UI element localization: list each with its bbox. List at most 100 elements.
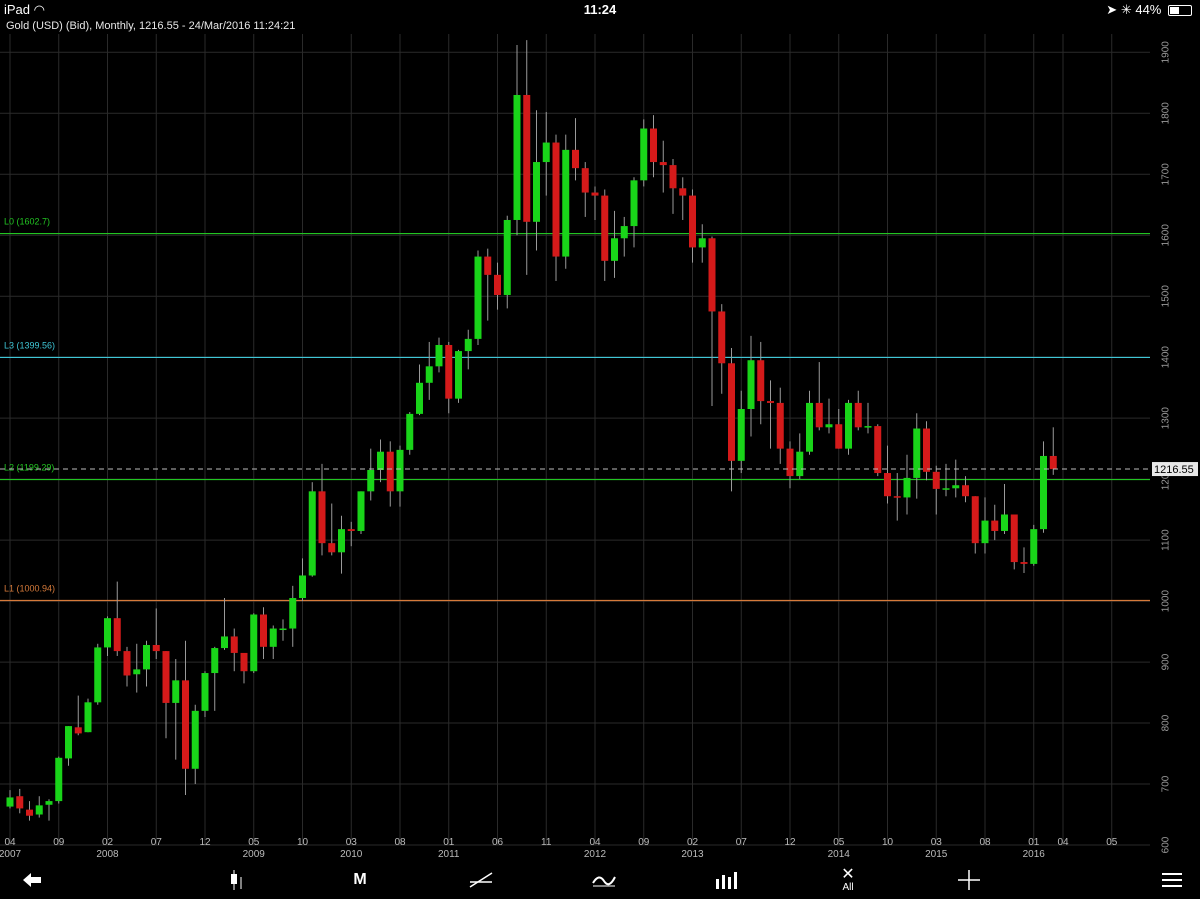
candle-body xyxy=(854,402,862,428)
candle-body xyxy=(464,338,472,352)
trendline-icon[interactable] xyxy=(459,863,503,897)
crosshair-icon[interactable] xyxy=(947,863,991,897)
status-right: ➤ ✳ 44% xyxy=(1106,2,1192,18)
x-tick-month: 09 xyxy=(638,837,650,848)
x-tick-month: 07 xyxy=(151,837,163,848)
y-tick-label: 900 xyxy=(1161,653,1172,670)
candle-body xyxy=(737,409,745,461)
candle-body xyxy=(981,520,989,544)
candle-body xyxy=(640,128,648,181)
candle-body xyxy=(1010,514,1018,563)
candle-body xyxy=(26,809,33,816)
y-tick-label: 700 xyxy=(1161,775,1172,792)
candle-body xyxy=(279,628,287,631)
y-tick-label: 1800 xyxy=(1161,102,1172,125)
y-tick-label: 1600 xyxy=(1161,224,1172,247)
y-tick-label: 1700 xyxy=(1161,163,1172,186)
candle-body xyxy=(377,451,384,470)
x-tick-year: 2012 xyxy=(584,849,607,860)
candle-body xyxy=(425,366,433,383)
candle-body xyxy=(152,644,160,652)
candle-body xyxy=(1030,529,1038,564)
candle-body xyxy=(269,628,277,647)
candle-body xyxy=(201,673,209,711)
candle-body xyxy=(367,469,375,492)
y-tick-label: 1900 xyxy=(1161,41,1172,64)
x-tick-month: 05 xyxy=(833,837,845,848)
level-label: L0 (1602.7) xyxy=(4,217,50,227)
y-tick-label: 1300 xyxy=(1161,407,1172,430)
x-tick-month: 04 xyxy=(1057,837,1069,848)
candle-body xyxy=(815,402,823,428)
candle-body xyxy=(903,477,911,498)
candle-body xyxy=(308,491,316,576)
candle-body xyxy=(494,274,501,295)
candle-body xyxy=(328,543,336,553)
candle-body xyxy=(806,402,813,452)
candle-body xyxy=(191,710,199,769)
candle-body xyxy=(601,195,609,261)
x-tick-month: 08 xyxy=(979,837,991,848)
candle-body xyxy=(289,598,297,629)
x-tick-month: 02 xyxy=(102,837,114,848)
candle-body xyxy=(962,485,969,497)
x-tick-year: 2008 xyxy=(96,849,119,860)
candle-body xyxy=(747,360,755,410)
level-label: L2 (1199.29) xyxy=(4,463,54,473)
location-icon: ➤ xyxy=(1106,2,1118,17)
candle-body xyxy=(718,311,726,364)
current-price-label: 1216.55 xyxy=(1154,464,1194,476)
candle-body xyxy=(484,256,492,275)
menu-icon[interactable] xyxy=(1150,863,1194,897)
candle-body xyxy=(698,238,706,248)
candle-body xyxy=(299,575,306,599)
back-arrow-icon[interactable] xyxy=(10,863,54,897)
candle-body xyxy=(845,402,852,449)
candle-body xyxy=(767,401,774,403)
chart-title: Gold (USD) (Bid), Monthly, 1216.55 - 24/… xyxy=(6,20,295,32)
candle-body xyxy=(786,448,794,477)
candle-body xyxy=(74,727,82,734)
candle-body xyxy=(318,491,326,544)
candle-body xyxy=(513,94,521,220)
candle-body xyxy=(445,344,453,399)
candle-body xyxy=(240,652,248,672)
candlestick-chart[interactable]: L0 (1602.7) L3 (1399.56) L2 (1199.29) L1 (1… xyxy=(0,0,1200,861)
candle-body xyxy=(835,424,843,449)
candle-body xyxy=(416,382,423,414)
indicator-icon[interactable] xyxy=(582,863,626,897)
x-tick-year: 2013 xyxy=(681,849,704,860)
y-tick-label: 1100 xyxy=(1161,529,1172,551)
candle-body xyxy=(581,168,589,193)
x-tick-month: 12 xyxy=(784,837,796,848)
candle-body xyxy=(991,520,999,531)
candle-body xyxy=(923,428,930,472)
candle-body xyxy=(35,805,43,815)
candle-body xyxy=(630,180,638,227)
delete-all-button[interactable]: ✕ All xyxy=(826,863,870,897)
candle-body xyxy=(728,363,735,461)
candle-body xyxy=(572,149,579,169)
y-tick-label: 800 xyxy=(1161,714,1172,731)
x-tick-month: 04 xyxy=(4,837,16,848)
y-tick-label: 1400 xyxy=(1161,346,1172,369)
x-tick-month: 05 xyxy=(1106,837,1118,848)
y-tick-label: 1500 xyxy=(1161,285,1172,308)
candle-body xyxy=(84,702,92,733)
x-tick-month: 01 xyxy=(1028,837,1040,848)
y-tick-label: 1000 xyxy=(1161,590,1172,613)
candle-body xyxy=(133,669,141,675)
x-tick-year: 2016 xyxy=(1023,849,1046,860)
candle-body xyxy=(16,796,24,809)
candle-body xyxy=(104,618,111,648)
bar-chart-icon[interactable] xyxy=(704,863,748,897)
period-button[interactable]: M xyxy=(338,863,382,897)
candles xyxy=(6,40,1057,821)
x-tick-month: 02 xyxy=(687,837,699,848)
x-tick-month: 06 xyxy=(492,837,504,848)
candle-type-icon[interactable] xyxy=(215,863,259,897)
candle-body xyxy=(406,413,414,450)
candle-body xyxy=(952,485,960,489)
candle-body xyxy=(913,428,921,478)
x-tick-month: 05 xyxy=(248,837,260,848)
